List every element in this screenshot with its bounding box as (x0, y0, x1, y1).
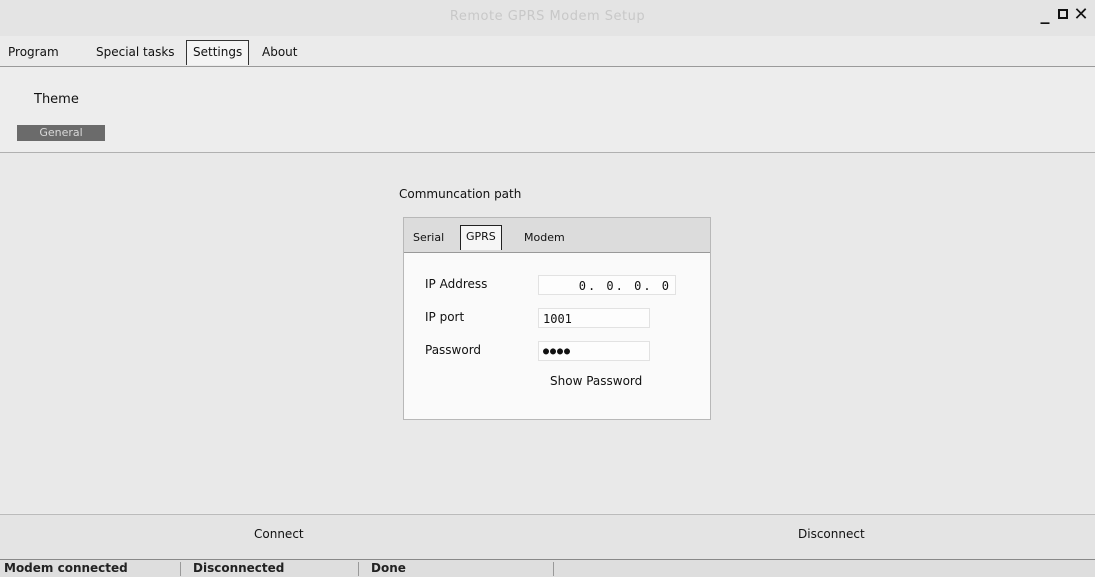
title-bar: Remote GPRS Modem Setup _ ✕ (0, 0, 1095, 36)
ip-address-label: IP Address (425, 277, 488, 291)
tab-modem[interactable]: Modem (524, 231, 565, 244)
tab-gprs[interactable]: GPRS (460, 225, 502, 250)
tab-about[interactable]: About (262, 45, 297, 59)
tab-serial[interactable]: Serial (413, 231, 444, 244)
password-input[interactable]: ●●●● (538, 341, 650, 361)
communication-tabs: Serial GPRS Modem (404, 218, 710, 253)
status-divider (180, 562, 181, 576)
window-title: Remote GPRS Modem Setup (449, 9, 646, 24)
status-divider (553, 562, 554, 576)
minimize-icon[interactable]: _ (1037, 4, 1053, 26)
tab-program[interactable]: Program (8, 45, 59, 59)
action-bar: Connect Disconnect (0, 514, 1095, 559)
general-button[interactable]: General (17, 125, 105, 141)
connection-status: Disconnected (193, 561, 285, 575)
disconnect-button[interactable]: Disconnect (798, 527, 865, 541)
theme-label: Theme (34, 92, 79, 107)
communication-tabpanel: Serial GPRS Modem IP Address 0. 0. 0. 0 … (403, 217, 711, 420)
close-icon[interactable]: ✕ (1073, 4, 1089, 26)
tab-special-tasks[interactable]: Special tasks (96, 45, 175, 59)
task-status: Done (371, 561, 406, 575)
menu-tabs: Program Special tasks Settings About (0, 36, 1095, 67)
tab-settings[interactable]: Settings (186, 40, 250, 65)
ip-address-input[interactable]: 0. 0. 0. 0 (538, 275, 676, 295)
status-bar: Modem connected Disconnected Done (0, 559, 1095, 577)
ip-port-input[interactable]: 1001 (538, 308, 650, 328)
show-password-toggle[interactable]: Show Password (550, 374, 642, 388)
app-window: Remote GPRS Modem Setup _ ✕ Program Spec… (0, 0, 1095, 577)
ip-port-label: IP port (425, 310, 465, 324)
gprs-settings: IP Address 0. 0. 0. 0 IP port 1001 Passw… (404, 253, 710, 419)
settings-ribbon: Theme General (0, 67, 1095, 153)
status-divider (358, 562, 359, 576)
main-area: Communcation path Serial GPRS Modem IP A… (0, 153, 1095, 513)
modem-status: Modem connected (4, 561, 128, 575)
maximize-icon[interactable] (1055, 4, 1071, 26)
connect-button[interactable]: Connect (254, 527, 304, 541)
password-label: Password (425, 343, 482, 357)
window-controls: _ ✕ (1037, 4, 1089, 26)
communication-path-label: Communcation path (399, 187, 522, 201)
